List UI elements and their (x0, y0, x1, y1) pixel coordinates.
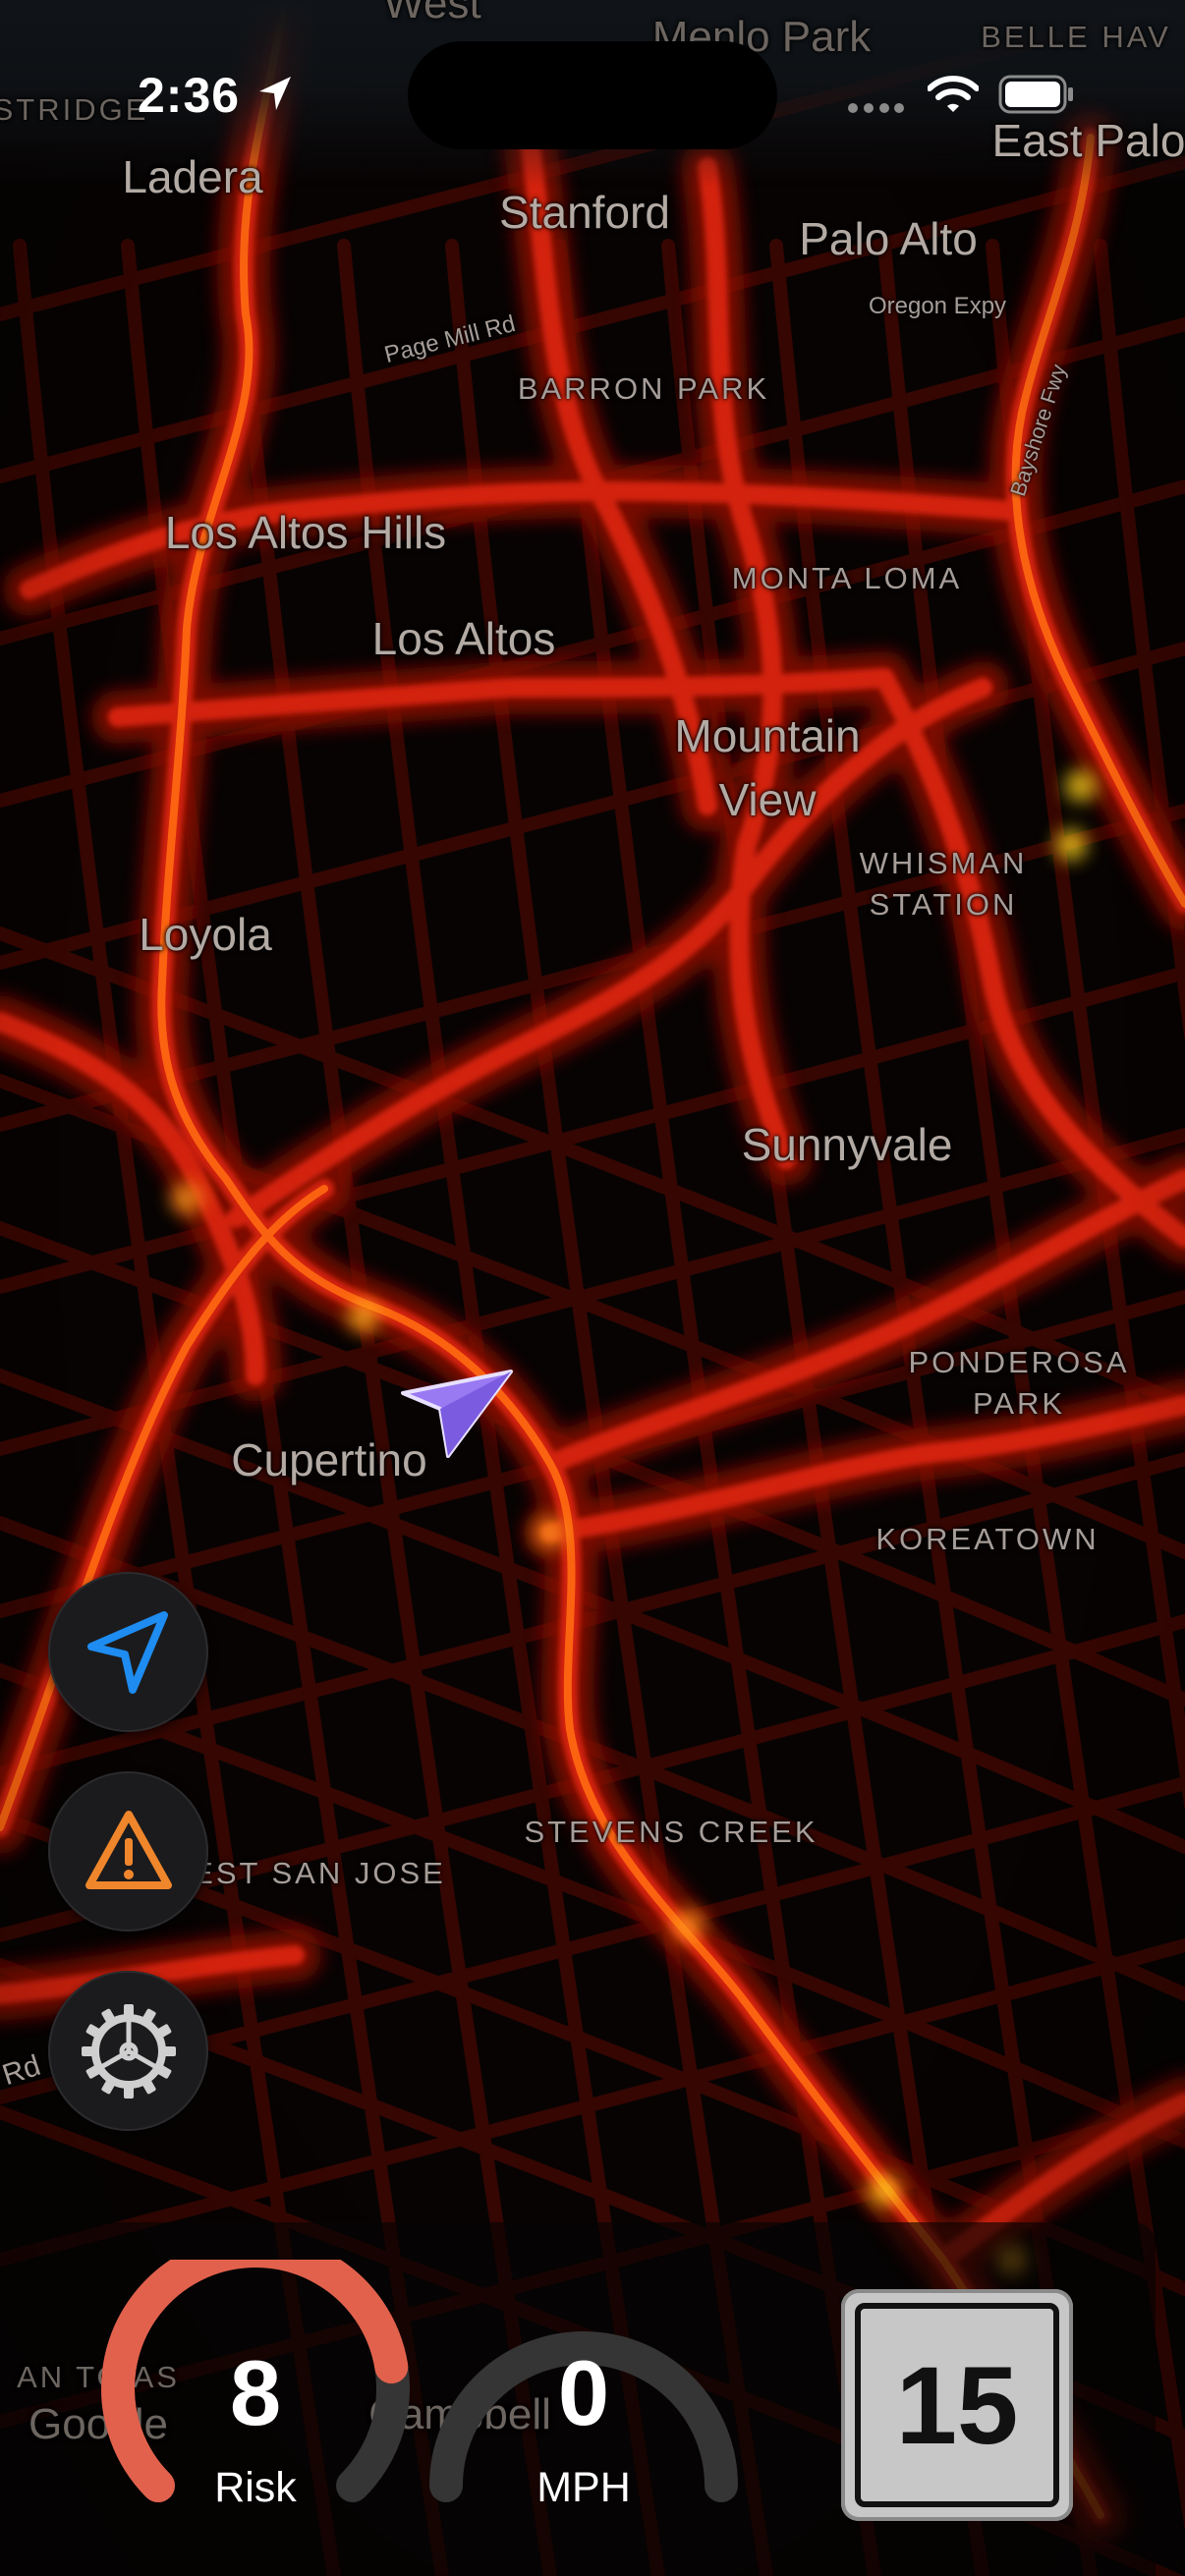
map-label-mountain-view: Mountain View (674, 710, 861, 825)
location-services-icon (259, 77, 291, 110)
map-label-koreatown: KOREATOWN (875, 1522, 1100, 1556)
speed-limit-value: 15 (855, 2303, 1059, 2507)
map-label-stanford: Stanford (499, 187, 670, 238)
map-label-los-altos-hills: Los Altos Hills (164, 507, 447, 558)
speed-limit-sign: 15 (841, 2289, 1073, 2521)
recenter-button[interactable] (48, 1572, 208, 1732)
map-label-loyola: Loyola (139, 909, 272, 960)
map-label-stevens-creek: STEVENS CREEK (524, 1815, 818, 1849)
map-label-east-palo-alto: East Palo (991, 115, 1185, 166)
vehicle-position-arrow-icon (401, 1370, 513, 1458)
map-label-ladera: Ladera (122, 151, 263, 202)
map-label-sunnyvale: Sunnyvale (741, 1119, 953, 1170)
dynamic-island (408, 41, 777, 149)
map-label-west-san-jose: EST SAN JOSE (193, 1856, 446, 1890)
battery-icon (998, 75, 1073, 114)
map-label-belle-haven: BELLE HAV (981, 20, 1171, 54)
risk-label: Risk (214, 2464, 297, 2511)
location-arrow-icon (86, 1610, 168, 1694)
map-label-whisman-station: WHISMAN STATION (859, 846, 1028, 922)
map-label-los-altos: Los Altos (371, 613, 556, 664)
gear-icon (81, 2003, 176, 2099)
map-label-ponderosa-park: PONDEROSA PARK (908, 1345, 1130, 1421)
map-label-palo-alto: Palo Alto (799, 213, 978, 264)
map-label-barron-park: BARRON PARK (517, 371, 770, 406)
map-label-monta-loma: MONTA LOMA (731, 561, 963, 595)
speed-value: 0 (557, 2341, 610, 2444)
wifi-icon (928, 76, 979, 112)
map-label-oregon-expy: Oregon Expy (868, 293, 1007, 319)
map-label-stridge: STRIDGE (0, 92, 149, 127)
map-screen: West Menlo Park BELLE HAV STRIDGE East P… (0, 0, 1185, 2576)
settings-button[interactable] (48, 1971, 208, 2131)
warning-icon (85, 1810, 172, 1889)
risk-value: 8 (229, 2341, 282, 2444)
report-hazard-button[interactable] (48, 1771, 208, 1932)
status-time: 2:36 (138, 68, 241, 123)
more-indicator-icon (848, 103, 904, 113)
speed-unit-label: MPH (536, 2464, 631, 2511)
map-label-west: West (383, 0, 481, 28)
